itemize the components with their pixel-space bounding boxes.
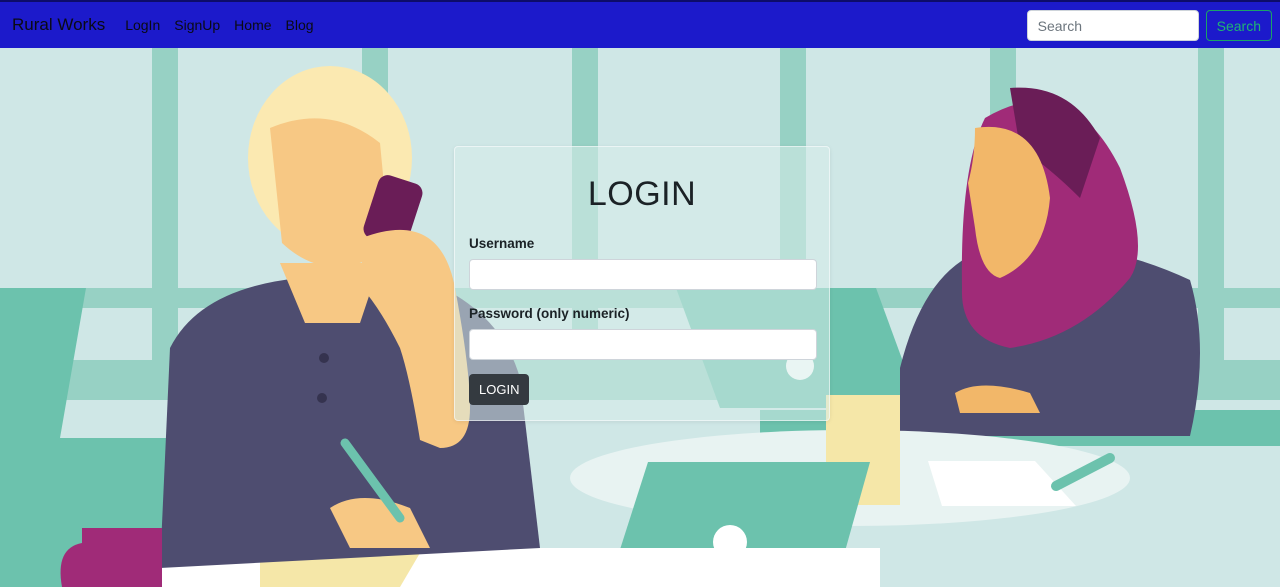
nav-link-blog[interactable]: Blog [286,17,314,33]
login-card: LOGIN Username Password (only numeric) L… [454,146,830,421]
nav-link-login[interactable]: LogIn [125,17,160,33]
username-label: Username [469,236,535,251]
search-button[interactable]: Search [1205,10,1272,41]
nav-links: LogIn SignUp Home Blog [125,17,313,33]
username-field[interactable] [469,259,817,290]
top-navbar: Rural Works LogIn SignUp Home Blog Searc… [0,0,1280,48]
login-title: LOGIN [587,175,697,213]
brand-link[interactable]: Rural Works [12,15,105,35]
password-field[interactable] [469,329,817,360]
nav-link-home[interactable]: Home [234,17,271,33]
search-form: Search [1026,10,1272,41]
nav-link-signup[interactable]: SignUp [174,17,220,33]
password-label: Password (only numeric) [469,306,630,321]
search-input[interactable] [1026,10,1199,41]
login-button[interactable]: LOGIN [469,374,530,405]
